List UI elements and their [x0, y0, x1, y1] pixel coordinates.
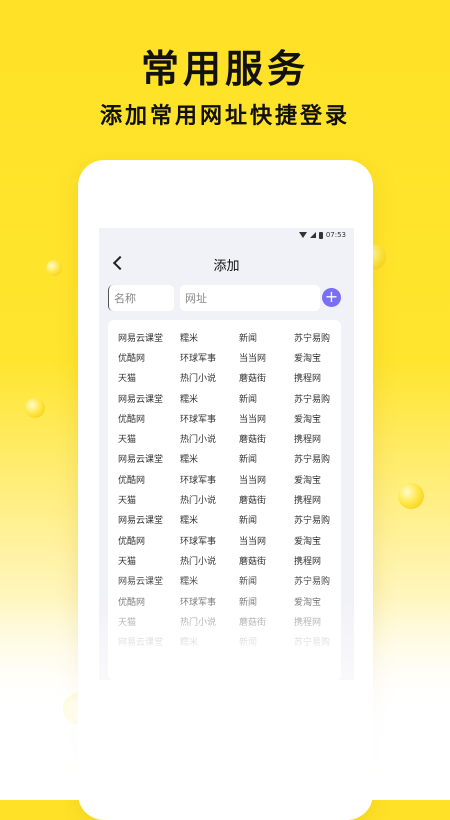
- site-link[interactable]: 网易云课堂: [118, 513, 180, 526]
- battery-icon: [318, 231, 323, 239]
- hero-title: 常用服务: [140, 46, 309, 91]
- bottom-fade-overlay: [0, 600, 450, 800]
- site-link[interactable]: 新闻: [239, 331, 294, 344]
- site-link[interactable]: 天猫: [118, 371, 180, 384]
- site-link[interactable]: 苏宁易购: [294, 392, 338, 405]
- site-link[interactable]: 当当网: [239, 351, 294, 364]
- site-row: 天猫热门小说蘑菇街携程网: [118, 550, 338, 570]
- site-link[interactable]: 爱淘宝: [294, 412, 338, 425]
- site-link[interactable]: 苏宁易购: [294, 513, 338, 526]
- decorative-ball: [25, 398, 45, 418]
- site-row: 天猫热门小说蘑菇街携程网: [118, 489, 338, 509]
- site-link[interactable]: 网易云课堂: [118, 331, 180, 344]
- hero-subtitle: 添加常用网址快捷登录: [99, 103, 350, 129]
- site-link[interactable]: 环球军事: [180, 351, 239, 364]
- site-link[interactable]: 环球军事: [180, 534, 239, 547]
- site-link[interactable]: 环球军事: [180, 473, 239, 486]
- site-link[interactable]: 网易云课堂: [118, 392, 180, 405]
- site-link[interactable]: 蘑菇街: [239, 432, 294, 445]
- url-input[interactable]: [180, 285, 320, 311]
- site-link[interactable]: 优酷网: [118, 412, 180, 425]
- site-link[interactable]: 网易云课堂: [118, 452, 180, 465]
- site-link[interactable]: 热门小说: [180, 493, 239, 506]
- site-row: 优酷网 环球军事 当当网 爱淘宝: [118, 347, 338, 367]
- site-link[interactable]: 糯米: [180, 452, 239, 465]
- decorative-ball: [398, 483, 424, 509]
- site-link[interactable]: 新闻: [239, 452, 294, 465]
- site-link[interactable]: 天猫: [118, 554, 180, 567]
- site-row: 优酷网 环球军事 当当网 爱淘宝: [118, 530, 338, 550]
- signal-icon: [309, 232, 316, 238]
- site-row: 优酷网 环球军事 当当网 爱淘宝: [118, 408, 338, 428]
- site-link[interactable]: 优酷网: [118, 473, 180, 486]
- site-link[interactable]: 天猫: [118, 432, 180, 445]
- site-link[interactable]: 携程网: [294, 371, 338, 384]
- site-row: 网易云课堂糯米新闻苏宁易购: [118, 449, 338, 469]
- page-title: 添加: [213, 259, 240, 274]
- status-time: 07:53: [325, 231, 346, 239]
- site-link[interactable]: 热门小说: [180, 371, 239, 384]
- site-row: 天猫热门小说蘑菇街携程网: [118, 428, 338, 448]
- site-link[interactable]: 糯米: [180, 392, 239, 405]
- site-link[interactable]: 糯米: [180, 513, 239, 526]
- site-row: 天猫热门小说蘑菇街携程网: [118, 368, 338, 388]
- site-link[interactable]: 糯米: [180, 331, 239, 344]
- site-link[interactable]: 优酷网: [118, 351, 180, 364]
- site-link[interactable]: 携程网: [294, 432, 338, 445]
- site-link[interactable]: 新闻: [239, 392, 294, 405]
- site-row: 网易云课堂糯米新闻苏宁易购: [118, 327, 338, 347]
- site-link[interactable]: 优酷网: [118, 534, 180, 547]
- site-link[interactable]: 天猫: [118, 493, 180, 506]
- decorative-ball: [46, 260, 62, 276]
- status-bar: 07:53: [298, 231, 346, 239]
- add-plus-icon-button[interactable]: +: [322, 288, 341, 307]
- site-link[interactable]: 蘑菇街: [239, 554, 294, 567]
- name-input[interactable]: [108, 285, 174, 311]
- site-link[interactable]: 爱淘宝: [294, 534, 338, 547]
- site-link[interactable]: 携程网: [294, 554, 338, 567]
- site-link[interactable]: 当当网: [239, 534, 294, 547]
- site-row: 网易云课堂糯米新闻苏宁易购: [118, 510, 338, 530]
- wifi-icon: [298, 232, 307, 238]
- site-link[interactable]: 苏宁易购: [294, 452, 338, 465]
- site-link[interactable]: 苏宁易购: [294, 331, 338, 344]
- site-link[interactable]: 新闻: [239, 513, 294, 526]
- site-link[interactable]: 蘑菇街: [239, 371, 294, 384]
- site-link[interactable]: 热门小说: [180, 432, 239, 445]
- site-link[interactable]: 携程网: [294, 493, 338, 506]
- site-row: 优酷网 环球军事 当当网 爱淘宝: [118, 469, 338, 489]
- site-link[interactable]: 当当网: [239, 412, 294, 425]
- site-link[interactable]: 热门小说: [180, 554, 239, 567]
- site-row: 网易云课堂糯米新闻苏宁易购: [118, 388, 338, 408]
- site-link[interactable]: 当当网: [239, 473, 294, 486]
- site-link[interactable]: 蘑菇街: [239, 493, 294, 506]
- site-link[interactable]: 爱淘宝: [294, 473, 338, 486]
- site-link[interactable]: 环球军事: [180, 412, 239, 425]
- site-link[interactable]: 爱淘宝: [294, 351, 338, 364]
